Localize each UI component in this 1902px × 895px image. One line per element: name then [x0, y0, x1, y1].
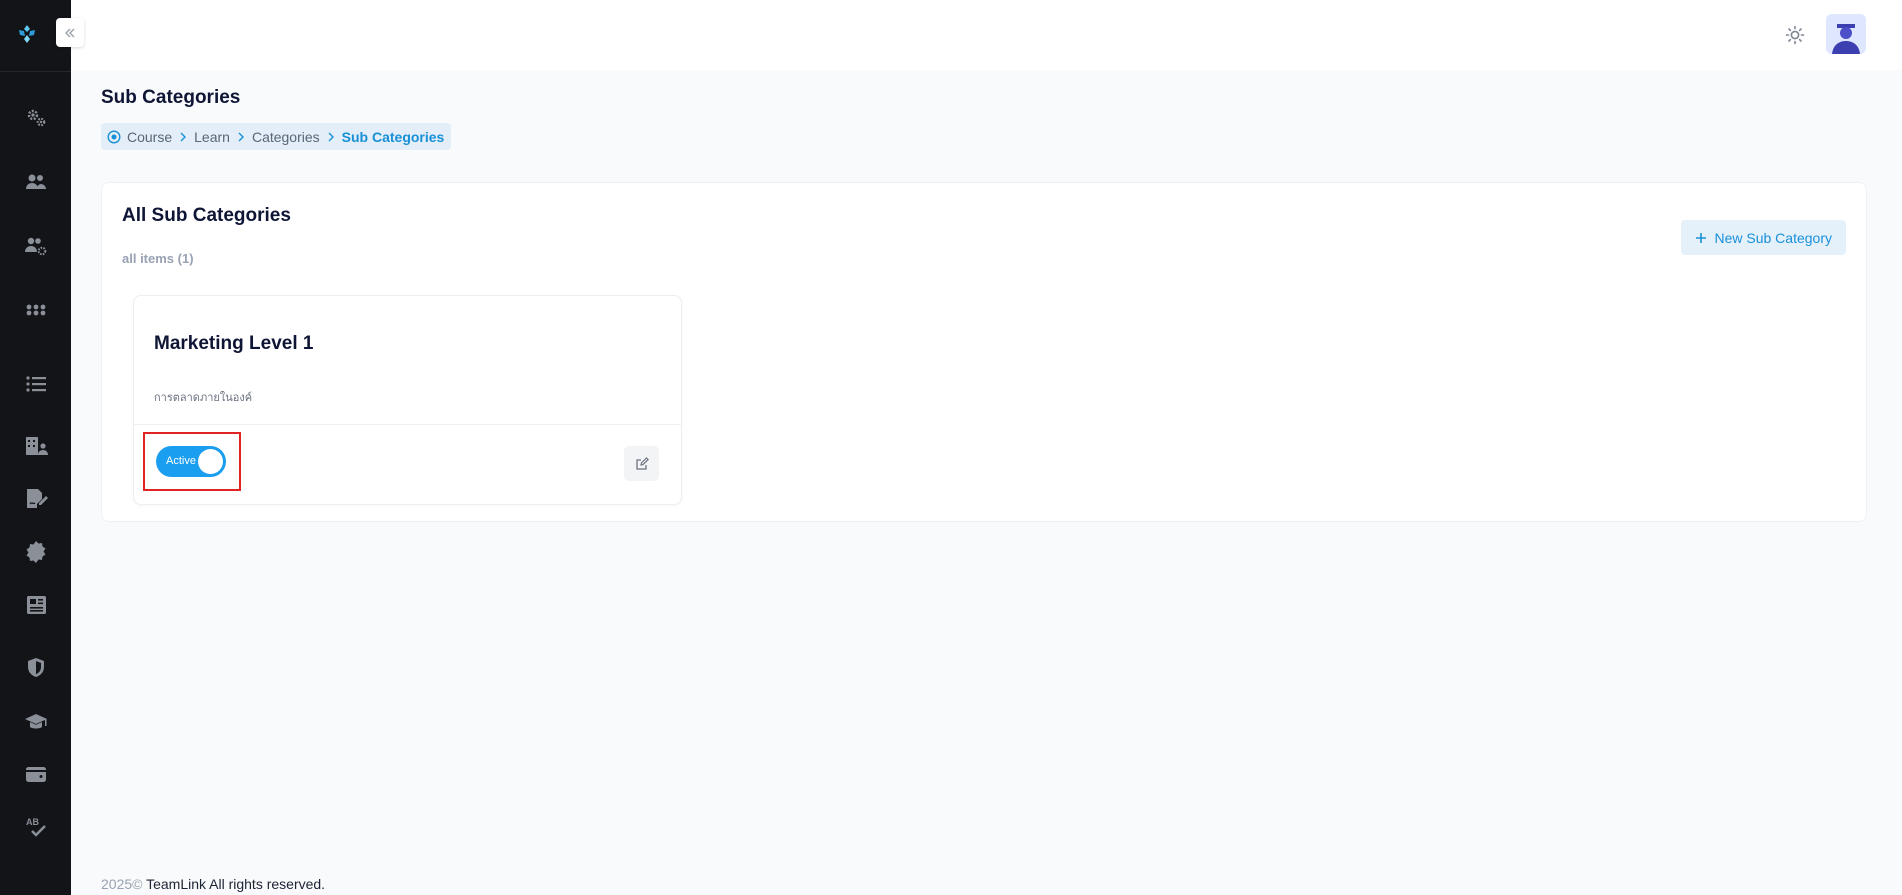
footer-year: 2025© [101, 876, 143, 892]
sidebar: AB [0, 0, 71, 895]
footer: 2025© TeamLink All rights reserved. [101, 876, 325, 892]
sidebar-item-organization[interactable] [0, 426, 71, 466]
sidebar-item-security[interactable] [0, 648, 71, 688]
graduation-cap-icon [24, 714, 47, 729]
newspaper-icon [26, 596, 46, 614]
sidebar-item-wallet[interactable] [0, 754, 71, 794]
users-icon [25, 174, 46, 189]
page-title: Sub Categories [101, 87, 241, 108]
wallet-icon [25, 767, 46, 782]
sidebar-item-badges[interactable] [0, 532, 71, 572]
sun-icon [1785, 25, 1805, 45]
breadcrumb-current: Sub Categories [341, 128, 445, 145]
breadcrumb-categories[interactable]: Categories [252, 129, 320, 145]
target-icon [107, 129, 121, 144]
double-chevron-left-icon [65, 28, 75, 37]
signature-icon [26, 489, 48, 508]
shield-icon [27, 658, 44, 677]
sidebar-item-assignments[interactable] [0, 479, 71, 519]
sidebar-item-apps[interactable] [0, 290, 71, 330]
user-avatar[interactable] [1826, 14, 1866, 54]
theme-toggle-button[interactable] [1780, 20, 1810, 50]
top-header [71, 0, 1902, 70]
breadcrumb: Course Learn Categories Sub Categories [101, 123, 452, 150]
sidebar-collapse-button[interactable] [56, 18, 84, 47]
app-logo[interactable] [13, 20, 41, 48]
sub-category-card: Marketing Level 1 การตลาดภายในองค์ Activ… [133, 295, 682, 505]
section-title: All Sub Categories [122, 205, 291, 226]
sidebar-item-settings[interactable] [0, 98, 71, 138]
new-sub-category-button[interactable]: New Sub Category [1681, 220, 1846, 255]
avatar-icon [1826, 14, 1866, 54]
status-toggle[interactable]: Active [156, 446, 226, 477]
sidebar-item-list[interactable] [0, 364, 71, 404]
sidebar-divider [0, 71, 71, 72]
sidebar-item-user-settings[interactable] [0, 226, 71, 266]
plus-icon [1696, 232, 1707, 243]
building-user-icon [25, 437, 48, 455]
svg-text:AB: AB [26, 817, 39, 827]
footer-text: TeamLink All rights reserved. [142, 876, 326, 892]
sub-category-title: Marketing Level 1 [154, 333, 314, 354]
chevron-right-icon [179, 132, 187, 142]
users-settings-icon [24, 237, 46, 256]
chevron-right-icon [327, 132, 335, 142]
status-toggle-label: Active [166, 455, 196, 467]
card-divider [134, 424, 681, 425]
sub-category-description: การตลาดภายในองค์ [154, 392, 253, 404]
gears-icon [27, 109, 45, 127]
badge-icon [26, 541, 45, 563]
sidebar-item-users[interactable] [0, 162, 71, 202]
edit-button[interactable] [624, 446, 659, 481]
item-count: all items (1) [122, 251, 194, 266]
sidebar-item-education[interactable] [0, 702, 71, 742]
sidebar-item-spellcheck[interactable]: AB [0, 807, 71, 847]
sub-categories-card: All Sub Categories all items (1) New Sub… [101, 182, 1867, 522]
sidebar-item-news[interactable] [0, 585, 71, 625]
breadcrumb-course[interactable]: Course [127, 129, 172, 145]
grid-dots-icon [26, 304, 45, 316]
new-sub-category-label: New Sub Category [1714, 229, 1832, 246]
list-icon [25, 376, 46, 392]
spell-check-icon: AB [26, 817, 46, 837]
breadcrumb-learn[interactable]: Learn [194, 129, 230, 145]
logo-icon [19, 25, 35, 43]
toggle-knob [198, 449, 223, 474]
edit-icon [635, 456, 649, 470]
chevron-right-icon [237, 132, 245, 142]
